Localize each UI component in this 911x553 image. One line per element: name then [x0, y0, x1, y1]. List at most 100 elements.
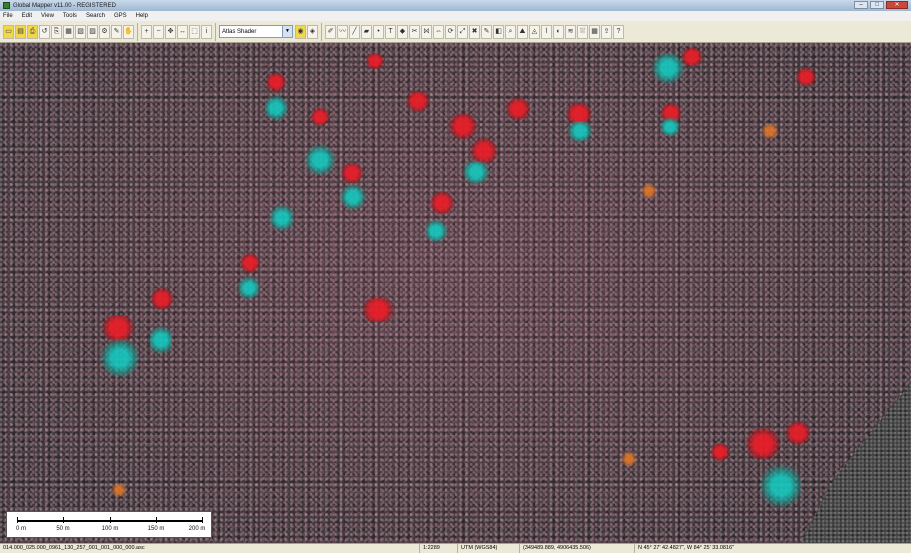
shader-select-value: Atlas Shader	[222, 28, 257, 35]
palette-icon[interactable]: ◉	[295, 24, 306, 39]
scale-bar-tick	[63, 517, 64, 523]
feature-icon[interactable]: ◧	[493, 24, 504, 39]
orange-classification-patch	[640, 183, 658, 199]
minimize-button[interactable]: –	[854, 1, 868, 9]
join-icon[interactable]: ⨝	[421, 24, 432, 39]
red-classification-patch	[430, 191, 454, 215]
orange-classification-patch	[110, 483, 128, 497]
status-scale: 1:2289	[420, 544, 458, 553]
hand-icon[interactable]: ✋	[123, 24, 134, 39]
cyan-classification-patch	[270, 203, 294, 233]
file-tools-group: ▭ ▤ ⎙ ↺ ⎘ ▦ ▧ ▨ ⚙ ✎ ✋	[3, 22, 138, 41]
split-icon[interactable]: ✂	[409, 24, 420, 39]
export-icon[interactable]: ⇪	[601, 24, 612, 39]
copy-icon[interactable]: ⎘	[51, 24, 62, 39]
red-classification-patch	[365, 53, 385, 69]
grid-icon[interactable]: ▦	[589, 24, 600, 39]
scale-bar-tick	[156, 517, 157, 523]
red-classification-patch	[785, 421, 811, 445]
layer-icon[interactable]: ▨	[87, 24, 98, 39]
point-icon[interactable]: •	[373, 24, 384, 39]
area-icon[interactable]: ▰	[361, 24, 372, 39]
red-classification-patch	[680, 48, 704, 66]
zoom-out-icon[interactable]: −	[153, 24, 164, 39]
menu-view[interactable]: View	[41, 13, 54, 19]
watershed-icon[interactable]: ⛆	[577, 24, 588, 39]
info-icon[interactable]: i	[201, 24, 212, 39]
open-icon[interactable]: ▭	[3, 24, 14, 39]
window-title: Global Mapper v11.00 - REGISTERED	[13, 2, 116, 9]
menu-help[interactable]: Help	[136, 13, 148, 19]
red-classification-patch	[265, 73, 287, 91]
close-button[interactable]: ✕	[886, 1, 908, 9]
refresh-icon[interactable]: ↺	[39, 24, 50, 39]
path-icon[interactable]: 〰	[337, 24, 348, 39]
move-icon[interactable]: ⇔	[433, 24, 444, 39]
cyan-classification-patch	[425, 218, 447, 244]
red-classification-patch	[710, 443, 730, 461]
maximize-button[interactable]: □	[870, 1, 884, 9]
line-icon[interactable]: ╱	[349, 24, 360, 39]
config-icon[interactable]: ⚙	[99, 24, 110, 39]
toolbar: ▭ ▤ ⎙ ↺ ⎘ ▦ ▧ ▨ ⚙ ✎ ✋ + − ✥ ↔ ⬚ i Atlas Shader ▼ ◉ ◈ ✐ 〰 ╱…	[0, 21, 911, 43]
delete-icon[interactable]: ✖	[469, 24, 480, 39]
cyan-classification-patch	[460, 161, 492, 183]
scale-bar-label: 0 m	[15, 526, 27, 532]
cyan-classification-patch	[100, 338, 140, 378]
measure-icon[interactable]: ↔	[177, 24, 188, 39]
red-classification-patch	[340, 163, 364, 183]
chevron-down-icon[interactable]: ▼	[282, 26, 292, 37]
menu-gps[interactable]: GPS	[114, 13, 127, 19]
shader-select[interactable]: Atlas Shader ▼	[219, 25, 293, 38]
scale-icon[interactable]: ⤢	[457, 24, 468, 39]
title-bar: Global Mapper v11.00 - REGISTERED – □ ✕	[0, 0, 911, 11]
menu-tools[interactable]: Tools	[63, 13, 77, 19]
3d-icon[interactable]: ◬	[529, 24, 540, 39]
status-latlon: N 45° 27' 42.4827", W 84° 25' 33.0816"	[638, 545, 735, 551]
map-icon[interactable]: ▦	[63, 24, 74, 39]
menu-file[interactable]: File	[3, 13, 13, 19]
orange-classification-patch	[760, 123, 780, 139]
text-icon[interactable]: T	[385, 24, 396, 39]
pan-icon[interactable]: ✥	[165, 24, 176, 39]
draw-icon[interactable]: ✎	[111, 24, 122, 39]
red-classification-patch	[360, 298, 396, 322]
zoom-in-icon[interactable]: +	[141, 24, 152, 39]
overlay-icon[interactable]: ▧	[75, 24, 86, 39]
cyan-classification-patch	[340, 183, 366, 211]
view-icon[interactable]: ◐	[553, 24, 564, 39]
status-bar: 014.000_025.000_0961_130_257_001_001_000…	[0, 543, 911, 553]
edit-icon[interactable]: ✎	[481, 24, 492, 39]
search-icon[interactable]: ⌕	[505, 24, 516, 39]
red-classification-patch	[405, 91, 431, 111]
color-icon[interactable]: ◈	[307, 24, 318, 39]
app-icon	[3, 2, 10, 9]
rotate-icon[interactable]: ⟳	[445, 24, 456, 39]
menu-bar: File Edit View Tools Search GPS Help	[0, 11, 911, 21]
scale-bar-label: 100 m	[101, 526, 119, 532]
cyan-classification-patch	[265, 93, 287, 123]
status-file: 014.000_025.000_0961_130_257_001_001_000…	[0, 544, 420, 553]
scale-bar-tick	[110, 517, 111, 523]
print-icon[interactable]: ⎙	[27, 24, 38, 39]
menu-edit[interactable]: Edit	[22, 13, 32, 19]
profile-icon[interactable]: ⌇	[541, 24, 552, 39]
status-projection: UTM (WGS84)	[458, 544, 520, 553]
select-icon[interactable]: ⬚	[189, 24, 200, 39]
red-classification-patch	[150, 288, 174, 310]
red-classification-patch	[505, 98, 531, 120]
scale-bar-tick	[202, 517, 203, 523]
red-classification-patch	[745, 428, 781, 460]
help-icon[interactable]: ?	[613, 24, 624, 39]
cyan-classification-patch	[565, 121, 595, 141]
scale-bar-label: 150 m	[147, 526, 165, 532]
map-view[interactable]	[0, 43, 911, 543]
digitize-icon[interactable]: ✐	[325, 24, 336, 39]
terrain-icon[interactable]: ⛰	[517, 24, 528, 39]
contour-icon[interactable]: ≋	[565, 24, 576, 39]
scale-bar-label: 50 m	[56, 526, 70, 532]
save-icon[interactable]: ▤	[15, 24, 26, 39]
menu-search[interactable]: Search	[86, 13, 105, 19]
vertex-icon[interactable]: ◆	[397, 24, 408, 39]
red-classification-patch	[240, 253, 260, 273]
